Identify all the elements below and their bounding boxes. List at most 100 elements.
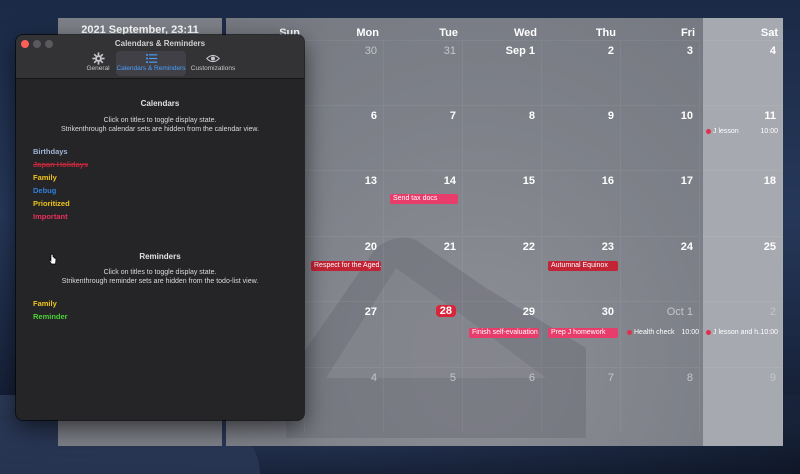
day-number: 25 (763, 241, 776, 253)
reminder-item-reminder[interactable]: Reminder (33, 312, 68, 322)
calendar-day-cell[interactable]: 13 (305, 170, 384, 235)
day-number: 23 (601, 241, 614, 253)
day-number: 5 (449, 372, 456, 384)
day-number: 27 (364, 306, 377, 318)
calendar-day-cell[interactable]: 16 (542, 170, 621, 235)
tab-customizations[interactable]: Customizations (189, 51, 237, 76)
calendar-day-cell[interactable]: 24 (621, 236, 700, 301)
day-number: 18 (763, 175, 776, 187)
day-number: 29 (522, 306, 535, 318)
day-number: 30 (364, 45, 377, 57)
event-dot-icon (627, 329, 632, 335)
day-number: 2 (769, 306, 776, 318)
settings-window: Calendars & Reminders General Calendars … (16, 35, 304, 420)
gear-icon (83, 52, 113, 65)
calendar-day-cell[interactable]: 9 (542, 105, 621, 170)
calendar-day-cell[interactable]: 8 (621, 367, 700, 432)
calendar-day-cell[interactable]: 9 (703, 367, 783, 432)
calendar-day-cell[interactable]: 5 (384, 367, 463, 432)
day-number: 14 (443, 175, 456, 187)
day-number: 7 (607, 372, 614, 384)
mouse-cursor-icon (48, 253, 57, 265)
calendar-day-cell[interactable]: 17 (621, 170, 700, 235)
weekday-sat: Sat (760, 27, 778, 39)
day-number: 10 (680, 110, 693, 122)
calendar-day-cell[interactable]: 4 (703, 40, 783, 105)
calendar-day-cell[interactable]: 6 (463, 367, 542, 432)
day-number: 4 (769, 45, 776, 57)
event-send-tax-docs[interactable]: Send tax docs (390, 194, 458, 204)
calendar-item-birthdays[interactable]: Birthdays (33, 147, 68, 157)
calendar-day-cell[interactable]: 30 (305, 40, 384, 105)
event-health-check[interactable]: Health check 10:00 (627, 329, 699, 337)
event-autumnal-equinox[interactable]: Autumnal Equinox (548, 261, 618, 271)
weekday-wed: Wed (513, 27, 537, 39)
event-prep-j-homework[interactable]: Prep J homework (548, 328, 618, 338)
calendar-month-view: Sun Mon Tue Wed Thu Fri Sat 293031Sep 12… (226, 18, 783, 446)
day-number: 6 (528, 372, 535, 384)
calendar-day-cell[interactable]: 2 (542, 40, 621, 105)
calendar-item-important[interactable]: Important (33, 212, 68, 222)
event-finish-self-evaluation[interactable]: Finish self-evaluation (469, 328, 539, 338)
day-number: 22 (522, 241, 535, 253)
calendar-item-debug[interactable]: Debug (33, 186, 56, 196)
list-icon (116, 52, 186, 65)
day-number: 9 (769, 372, 776, 384)
calendar-day-cell[interactable]: 6 (305, 105, 384, 170)
day-number: 4 (370, 372, 377, 384)
weekday-mon: Mon (356, 27, 379, 39)
calendars-section-title: Calendars (140, 99, 180, 108)
event-respect-for-aged[interactable]: Respect for the Aged... (311, 261, 381, 271)
calendar-day-cell[interactable]: 27 (305, 301, 384, 366)
tab-general[interactable]: General (83, 51, 113, 76)
window-titlebar: Calendars & Reminders General Calendars … (16, 35, 304, 79)
day-number: 2 (607, 45, 614, 57)
calendar-day-cell[interactable]: Sep 1 (463, 40, 542, 105)
calendar-day-cell[interactable]: 8 (463, 105, 542, 170)
day-number: 3 (686, 45, 693, 57)
event-j-lesson[interactable]: J lesson 10:00 (706, 128, 778, 136)
calendar-day-cell[interactable]: 18 (703, 170, 783, 235)
calendar-day-cell[interactable]: 31 (384, 40, 463, 105)
calendar-day-cell[interactable]: 3 (621, 40, 700, 105)
calendar-day-cell[interactable]: 7 (384, 105, 463, 170)
event-j-lesson-and[interactable]: J lesson and h... 10:00 (706, 329, 778, 337)
reminders-section-title: Reminders (139, 252, 181, 261)
day-number: 31 (443, 45, 456, 57)
weekday-tue: Tue (439, 27, 458, 39)
calendar-item-family[interactable]: Family (33, 173, 57, 183)
event-dot-icon (706, 329, 711, 335)
calendar-day-cell[interactable]: 28 (384, 301, 463, 366)
day-number: 9 (607, 110, 614, 122)
day-number: 24 (680, 241, 693, 253)
window-title: Calendars & Reminders (114, 39, 206, 48)
day-number: 16 (601, 175, 614, 187)
reminder-item-family[interactable]: Family (33, 299, 57, 309)
day-number: 21 (443, 241, 456, 253)
calendar-item-prioritized[interactable]: Prioritized (33, 199, 70, 209)
day-number: 28 (435, 305, 456, 317)
day-number: 20 (364, 241, 377, 253)
calendar-day-cell[interactable]: 7 (542, 367, 621, 432)
calendar-day-cell[interactable]: 25 (703, 236, 783, 301)
reminders-desc-2: Strikenthrough reminder sets are hidden … (61, 278, 259, 285)
day-number: 7 (449, 110, 456, 122)
calendar-day-cell[interactable]: 15 (463, 170, 542, 235)
calendar-day-cell[interactable]: 22 (463, 236, 542, 301)
day-number: 6 (370, 110, 377, 122)
calendar-item-japan-holidays[interactable]: Japan Holidays (33, 160, 88, 170)
eye-icon (189, 52, 237, 65)
calendar-day-cell[interactable]: 4 (305, 367, 384, 432)
day-number: 15 (522, 175, 535, 187)
tab-calendars-reminders[interactable]: Calendars & Reminders (116, 51, 186, 76)
calendar-day-cell[interactable]: 21 (384, 236, 463, 301)
weekday-thu: Thu (595, 27, 616, 39)
calendar-day-cell[interactable]: 11 (703, 105, 783, 170)
day-number: 17 (680, 175, 693, 187)
calendar-day-cell[interactable]: 10 (621, 105, 700, 170)
day-number: Oct 1 (666, 306, 693, 318)
weekday-fri: Fri (680, 27, 695, 39)
reminders-desc-1: Click on titles to toggle display state. (103, 269, 217, 276)
day-number: 11 (764, 110, 776, 122)
day-number: Sep 1 (505, 45, 535, 57)
